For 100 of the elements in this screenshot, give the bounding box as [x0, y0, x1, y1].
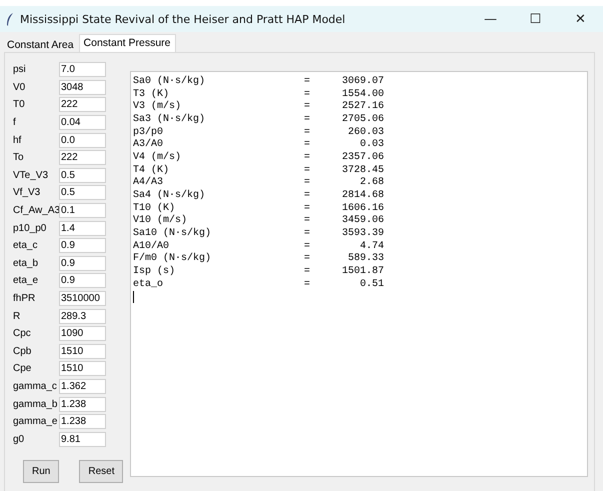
equals-sign: = [304, 278, 312, 290]
result-value: 1501.87 [340, 266, 384, 278]
field-label: Cf_Aw_A3 [12, 205, 59, 216]
field-label: psi [12, 64, 27, 76]
result-name: eta_o [133, 278, 164, 290]
equals-sign: = [304, 215, 312, 226]
input-field[interactable]: 222 [59, 150, 106, 166]
equals-sign: = [304, 190, 312, 202]
result-value: 2527.16 [340, 101, 384, 112]
input-field[interactable]: 1510 [59, 344, 106, 359]
equals-sign: = [304, 177, 312, 188]
feather-icon [6, 12, 14, 26]
result-value: 0.51 [358, 278, 384, 290]
field-label: eta_c [12, 240, 38, 252]
field-label: R [12, 310, 22, 322]
input-field[interactable]: 0.9 [59, 273, 106, 288]
text-cursor [133, 290, 134, 303]
equals-sign: = [304, 88, 312, 100]
field-label: Cpb [12, 346, 32, 357]
input-field[interactable]: 289.3 [59, 308, 106, 324]
input-field[interactable]: 3048 [59, 80, 106, 95]
result-name: Sa0 (N·s/kg) [133, 76, 206, 87]
result-value: 2357.06 [340, 152, 384, 163]
result-value: 1554.00 [340, 88, 384, 100]
field-label: eta_e [12, 275, 40, 286]
window-control[interactable]: ✕ [558, 6, 603, 32]
result-value: 3728.45 [340, 164, 384, 176]
result-name: A10/A0 [133, 240, 170, 252]
input-field[interactable]: 0.9 [59, 238, 106, 254]
tab[interactable]: Constant Pressure [78, 34, 176, 52]
field-label: Cpe [12, 363, 32, 374]
result-name: Sa4 (N·s/kg) [133, 190, 206, 202]
field-label: gamma_c [12, 380, 58, 392]
input-field[interactable]: 1090 [59, 326, 106, 342]
result-value: 2814.68 [340, 190, 384, 202]
result-name: Sa10 (N·s/kg) [133, 228, 212, 240]
equals-sign: = [304, 139, 312, 150]
result-name: V4 (m/s) [133, 152, 182, 163]
window-control[interactable]: — [468, 6, 513, 32]
field-label: hf [12, 134, 22, 146]
input-field[interactable]: 0.5 [59, 185, 106, 200]
input-field[interactable]: 0.0 [59, 132, 106, 148]
result-value: 0.03 [358, 139, 384, 150]
result-value: 2705.06 [340, 114, 384, 125]
input-field[interactable]: 1.4 [59, 220, 106, 236]
result-value: 1606.16 [340, 202, 384, 214]
field-label: p10_p0 [12, 222, 48, 234]
result-name: A3/A0 [133, 139, 164, 150]
field-label: VTe_V3 [12, 170, 50, 181]
equals-sign: = [304, 164, 312, 176]
input-field[interactable]: 3510000 [59, 291, 106, 306]
result-value: 2.68 [358, 177, 384, 188]
input-field[interactable]: 1510 [59, 361, 106, 376]
equals-sign: = [304, 202, 312, 214]
field-label: To [12, 152, 25, 164]
result-name: Sa3 (N·s/kg) [133, 114, 206, 125]
result-name: V3 (m/s) [133, 101, 182, 112]
input-field[interactable]: 0.04 [59, 115, 106, 130]
input-field[interactable]: 9.81 [59, 432, 106, 447]
result-name: V10 (m/s) [133, 215, 188, 226]
field-label: eta_b [12, 258, 40, 269]
result-name: A4/A3 [133, 177, 164, 188]
equals-sign: = [304, 101, 312, 112]
field-label: Vf_V3 [12, 187, 42, 198]
equals-sign: = [304, 114, 312, 125]
equals-sign: = [304, 126, 312, 138]
input-field[interactable]: 1.362 [59, 378, 106, 394]
window-control[interactable]: ☐ [513, 6, 558, 32]
input-field[interactable]: 222 [59, 97, 106, 112]
input-field[interactable]: 1.238 [59, 396, 106, 412]
equals-sign: = [304, 76, 312, 87]
result-value: 3069.07 [340, 76, 384, 87]
reset-button[interactable]: Reset [79, 460, 124, 484]
input-field[interactable]: 0.1 [59, 203, 106, 218]
result-value: 3593.39 [340, 228, 384, 240]
result-name: T3 (K) [133, 88, 170, 100]
result-value: 589.33 [346, 253, 384, 264]
result-value: 260.03 [346, 126, 384, 138]
field-label: Cpc [12, 328, 32, 340]
equals-sign: = [304, 240, 312, 252]
equals-sign: = [304, 253, 312, 264]
equals-sign: = [304, 266, 312, 278]
equals-sign: = [304, 152, 312, 163]
input-field[interactable]: 7.0 [59, 62, 106, 78]
field-label: V0 [12, 82, 26, 93]
input-field[interactable]: 1.238 [59, 414, 106, 430]
input-field[interactable]: 0.5 [59, 168, 106, 183]
field-label: gamma_b [12, 398, 58, 410]
field-label: gamma_e [12, 416, 58, 428]
result-name: T4 (K) [133, 164, 170, 176]
window-title: Mississippi State Revival of the Heiser and Pratt HAP Model [20, 12, 346, 26]
result-name: T10 (K) [133, 202, 176, 214]
field-label: fhPR [12, 293, 36, 304]
equals-sign: = [304, 228, 312, 240]
result-name: p3/p0 [133, 126, 164, 138]
result-name: Isp (s) [133, 266, 176, 278]
field-label: f [12, 117, 17, 128]
output-text-area[interactable] [130, 71, 588, 478]
input-field[interactable]: 0.9 [59, 256, 106, 271]
run-button[interactable]: Run [23, 460, 60, 484]
